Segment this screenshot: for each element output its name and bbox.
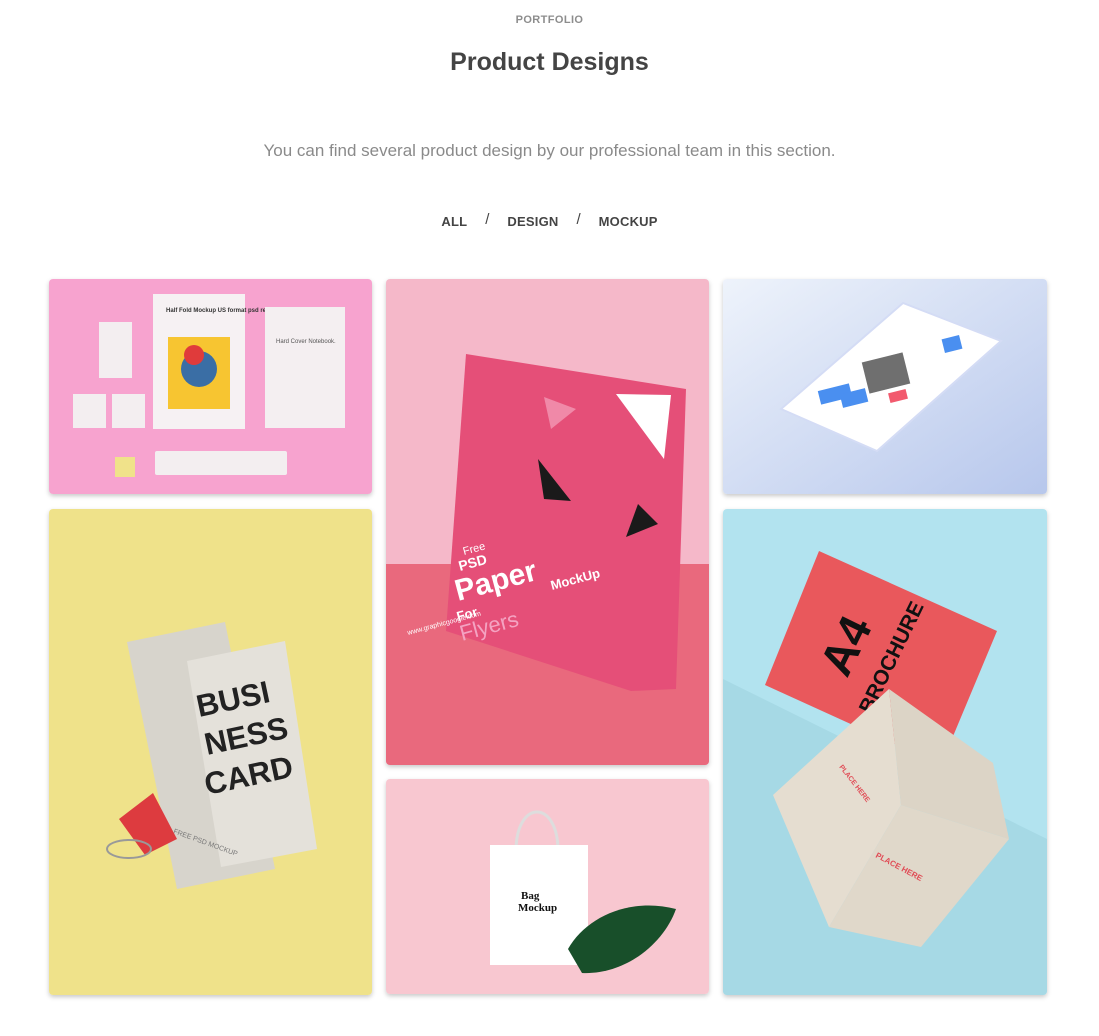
business-card-shape [99, 322, 132, 378]
portfolio-item-phone[interactable] [723, 279, 1047, 494]
filter-bar: ALL / DESIGN / MOCKUP [0, 211, 1099, 230]
filter-design[interactable]: DESIGN [507, 214, 558, 229]
business-card-shape [112, 394, 145, 428]
notebook-label: Hard Cover Notebook. [276, 339, 336, 345]
filter-all[interactable]: ALL [441, 214, 467, 229]
bag-title-2: Mockup [518, 902, 557, 914]
binder-clip [115, 457, 135, 477]
filter-separator: / [485, 211, 490, 228]
portfolio-item-business-card[interactable]: BUSI NESS CARD FREE PSD MOCKUP [49, 509, 372, 995]
section-title: Product Designs [450, 48, 649, 76]
business-card-mockup-image: BUSI NESS CARD FREE PSD MOCKUP [49, 509, 372, 995]
notebook-shape [265, 307, 345, 428]
phone-mockup-image [723, 279, 1047, 494]
filter-mockup[interactable]: MOCKUP [599, 214, 658, 229]
bag-mockup-image: Bag Mockup [386, 779, 709, 994]
section-subtitle: You can find several product design by o… [263, 141, 836, 160]
portfolio-item-a4-brochure[interactable]: A4 BROCHURE PLACE HERE PLACE HERE [723, 509, 1047, 995]
stationery-mockup-image: Half Fold Mockup US format psd resource … [49, 279, 372, 494]
business-card-shape [73, 394, 106, 428]
paper-flyer-mockup-image: Free PSD Paper MockUp For Flyers www.gra… [386, 279, 709, 765]
filter-separator: / [576, 211, 581, 228]
bag-title-1: Bag [521, 890, 540, 902]
tape-roll [155, 451, 287, 475]
portfolio-item-paper-flyer[interactable]: Free PSD Paper MockUp For Flyers www.gra… [386, 279, 709, 765]
portfolio-eyebrow: PORTFOLIO [515, 14, 584, 26]
a4-brochure-mockup-image: A4 BROCHURE PLACE HERE PLACE HERE [723, 509, 1047, 995]
portfolio-item-bag[interactable]: Bag Mockup [386, 779, 709, 994]
portfolio-item-stationery[interactable]: Half Fold Mockup US format psd resource … [49, 279, 372, 494]
